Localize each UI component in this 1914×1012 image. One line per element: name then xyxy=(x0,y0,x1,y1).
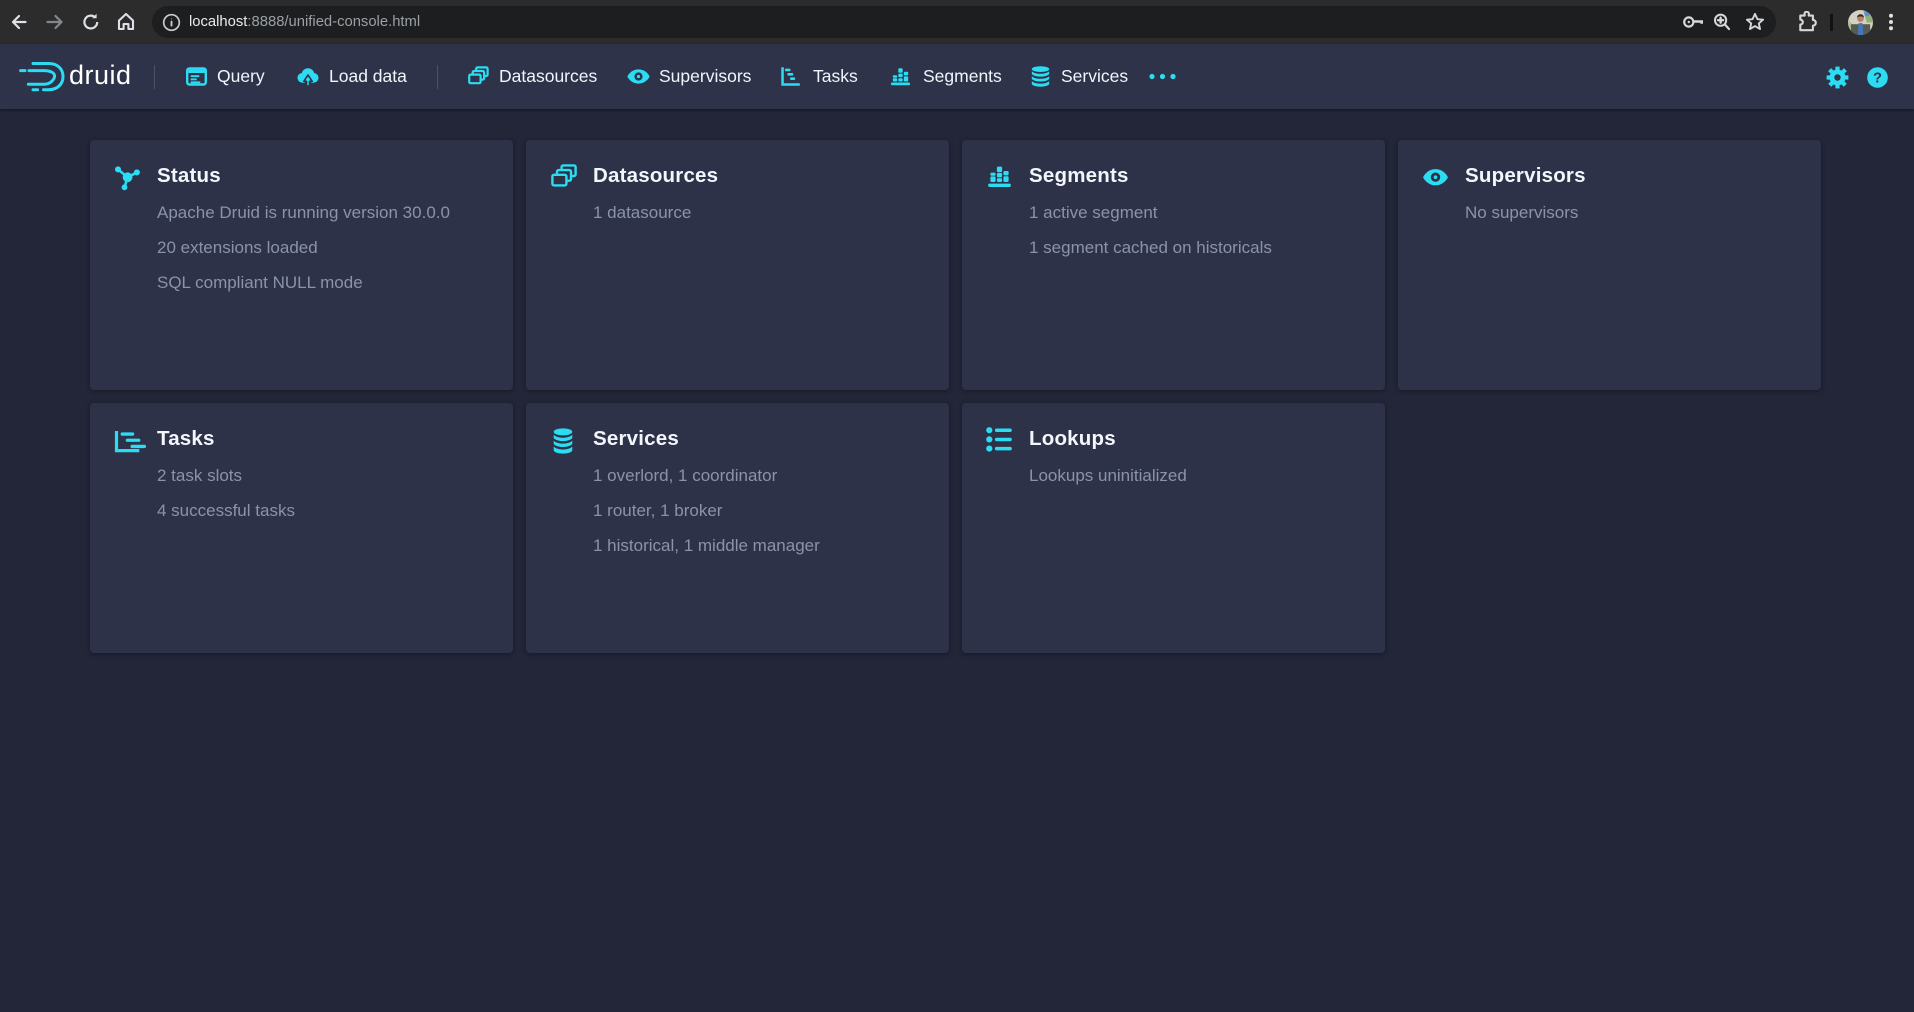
svg-text:?: ? xyxy=(1873,70,1882,86)
